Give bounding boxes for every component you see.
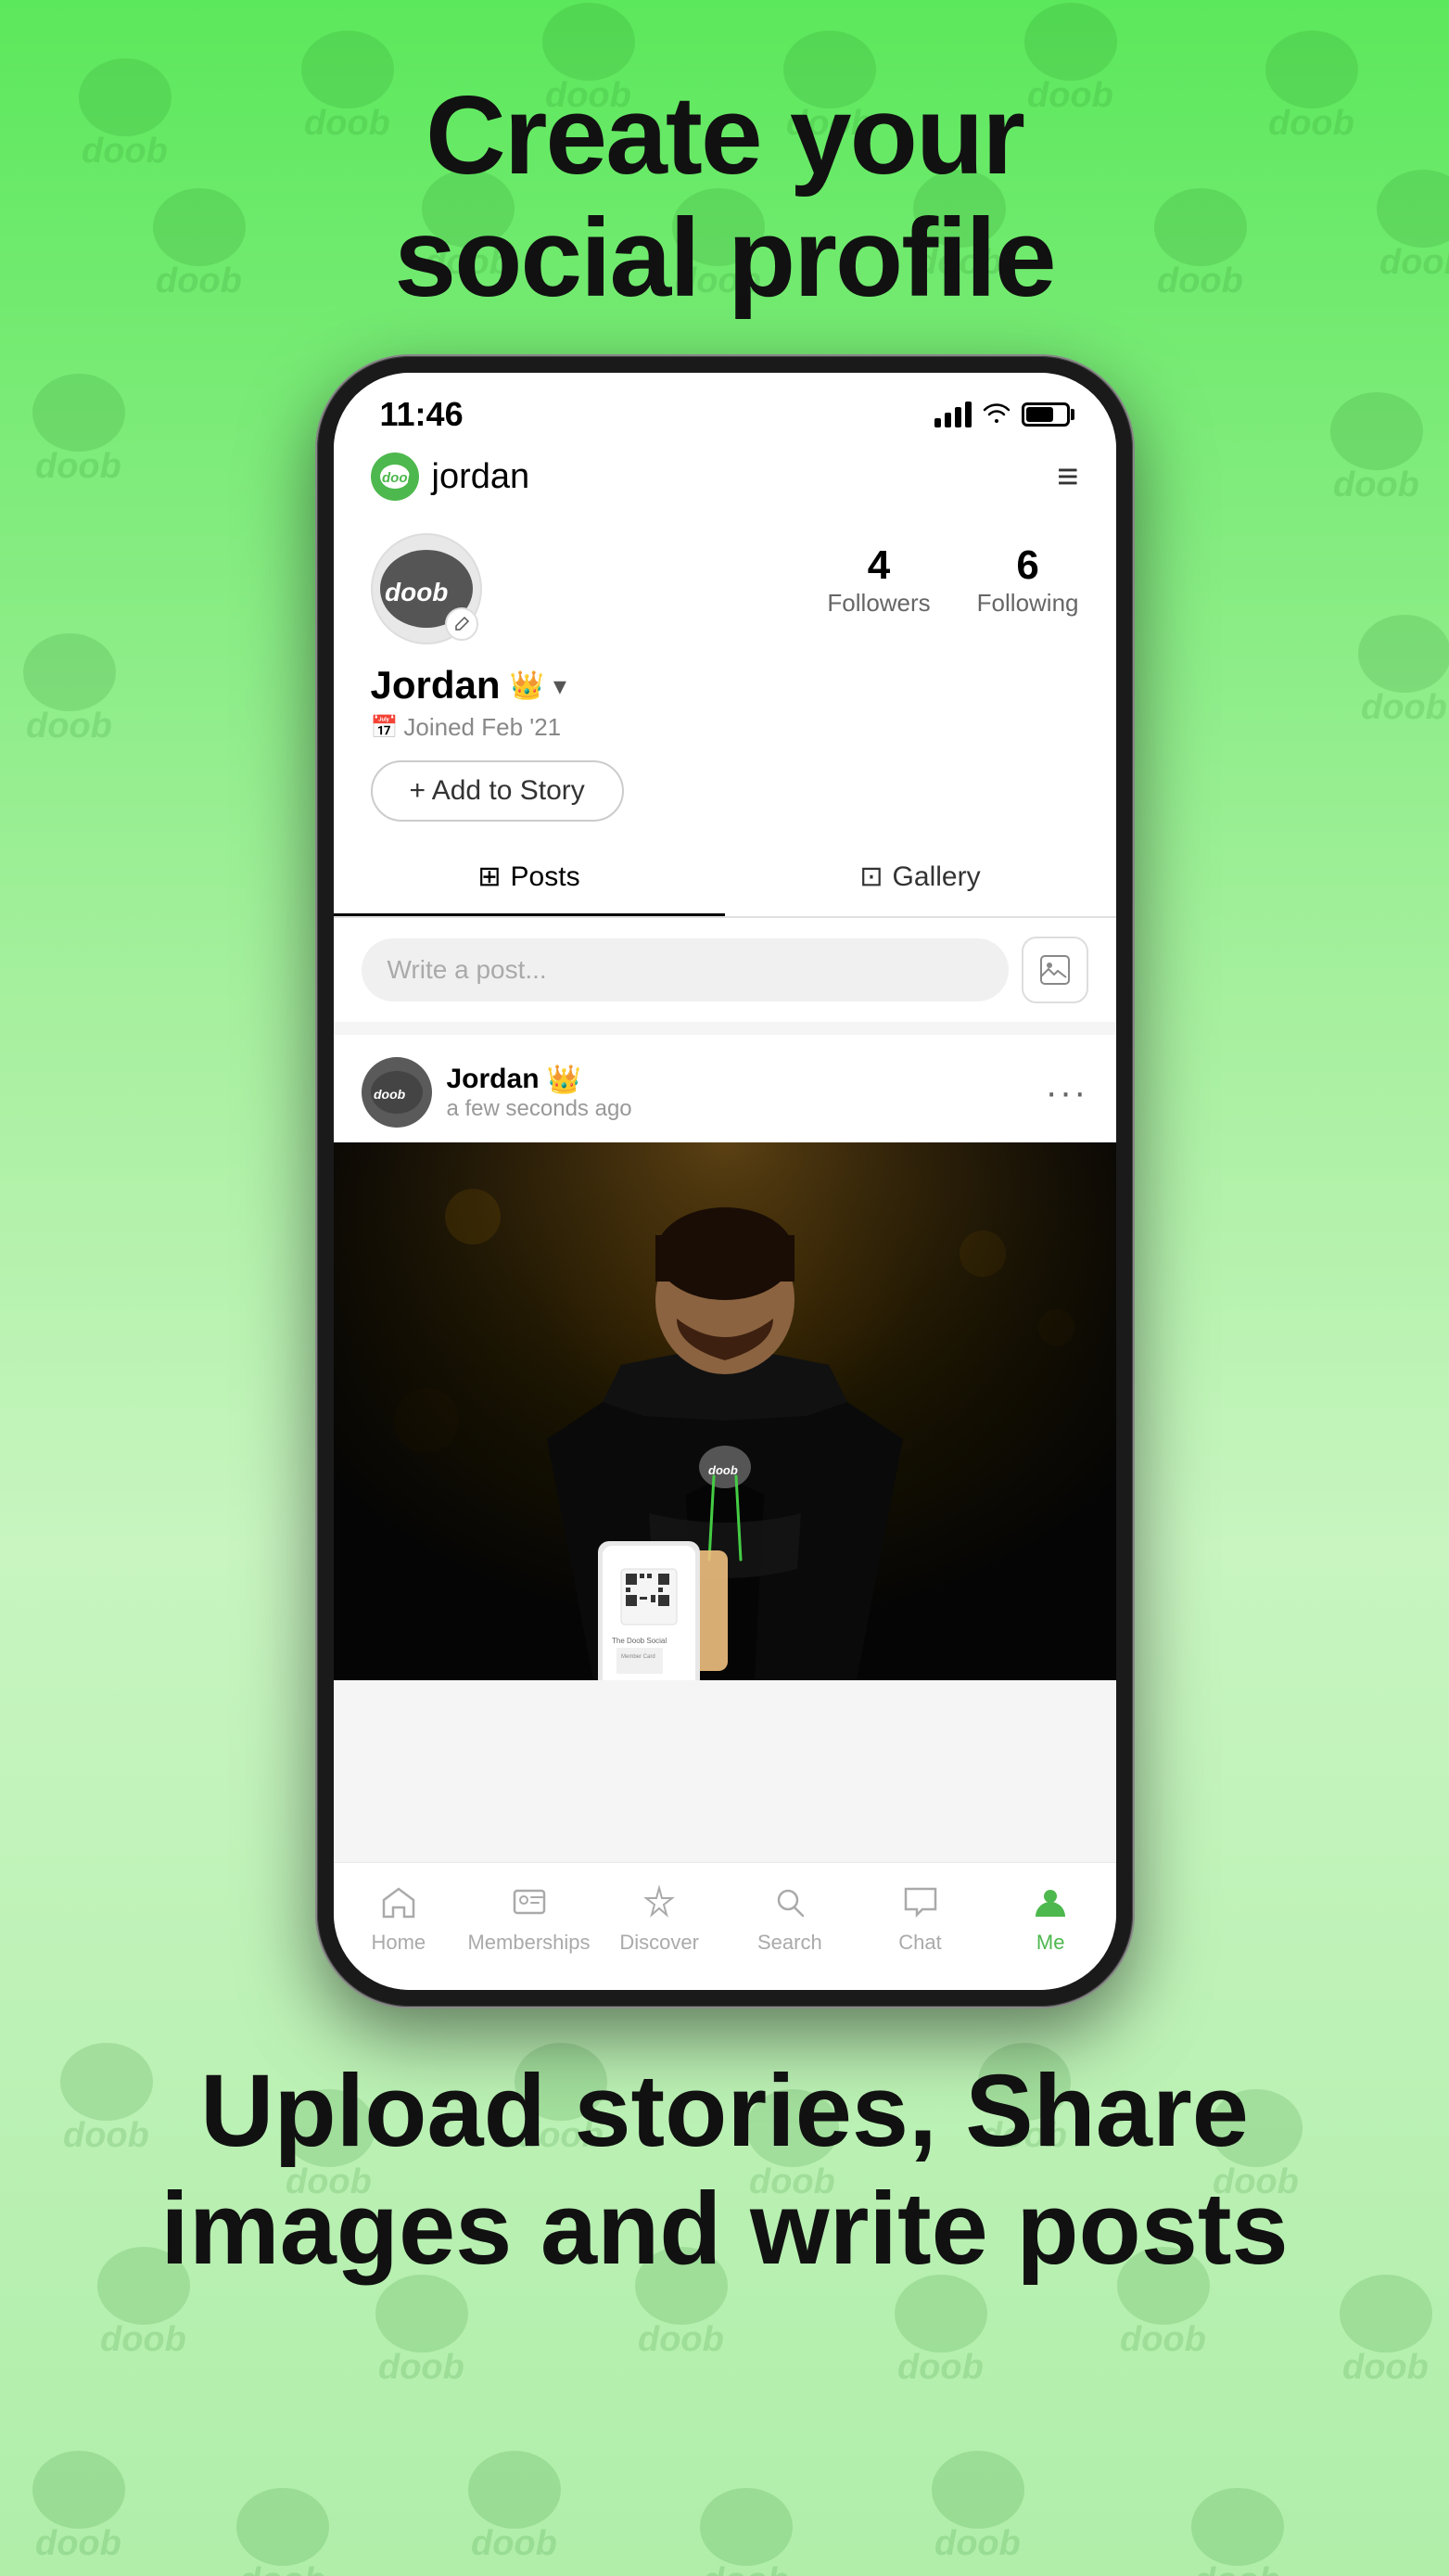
- post-image: doob: [334, 1142, 1116, 1680]
- calendar-icon: 📅: [371, 714, 399, 741]
- stats-container: 4 Followers 6 Following: [827, 542, 1078, 618]
- battery-icon: [1022, 402, 1070, 427]
- posts-tab-label: Posts: [511, 861, 580, 893]
- discover-icon: [641, 1885, 678, 1925]
- nav-memberships-label: Memberships: [467, 1931, 590, 1955]
- signal-icon: [934, 402, 972, 427]
- status-time: 11:46: [380, 395, 464, 434]
- post-time: a few seconds ago: [447, 1096, 632, 1122]
- tabs-row: ⊞ Posts ⊡ Gallery: [334, 840, 1116, 918]
- gallery-tab-label: Gallery: [893, 861, 981, 893]
- write-post-bar: Write a post...: [334, 918, 1116, 1022]
- profile-dropdown-icon[interactable]: ▾: [553, 670, 566, 701]
- followers-label: Followers: [827, 589, 930, 617]
- followers-count: 4: [827, 542, 930, 589]
- svg-text:doob: doob: [374, 1087, 406, 1102]
- svg-text:doob: doob: [1194, 2561, 1280, 2576]
- nav-search-label: Search: [757, 1931, 822, 1955]
- profile-top: doob 4 Followers: [371, 533, 1079, 644]
- top-heading-section: Create your social profile: [0, 0, 1449, 356]
- gallery-tab-icon: ⊡: [859, 861, 883, 893]
- hamburger-menu[interactable]: ≡: [1057, 458, 1078, 495]
- crown-badge-icon: 👑: [510, 670, 544, 702]
- profile-section: doob 4 Followers: [334, 515, 1116, 840]
- svg-text:doob: doob: [708, 1463, 738, 1477]
- following-count: 6: [977, 542, 1079, 589]
- phone-screen: 11:46: [334, 373, 1116, 1990]
- post-card: doob Jordan 👑 a few seconds ago: [334, 1035, 1116, 1680]
- nav-memberships[interactable]: Memberships: [464, 1878, 594, 1962]
- nav-chat-label: Chat: [898, 1931, 941, 1955]
- nav-me-label: Me: [1036, 1931, 1065, 1955]
- nav-home-label: Home: [371, 1931, 426, 1955]
- status-bar: 11:46: [334, 373, 1116, 443]
- top-heading-text: Create your social profile: [0, 74, 1449, 319]
- avatar-container[interactable]: doob: [371, 533, 482, 644]
- followers-stat[interactable]: 4 Followers: [827, 542, 930, 618]
- post-name-time: Jordan 👑 a few seconds ago: [447, 1064, 632, 1122]
- svg-text:Member Card: Member Card: [621, 1654, 655, 1660]
- chat-icon: [902, 1885, 939, 1925]
- home-icon: [380, 1885, 417, 1925]
- media-upload-button[interactable]: [1022, 937, 1088, 1003]
- app-username: jordan: [432, 457, 530, 497]
- svg-text:doob: doob: [471, 2524, 557, 2563]
- nav-discover-label: Discover: [619, 1931, 699, 1955]
- nav-discover[interactable]: Discover: [594, 1878, 725, 1962]
- svg-text:doob: doob: [382, 470, 411, 486]
- post-author-name: Jordan 👑: [447, 1064, 632, 1096]
- app-header: doob jordan ≡: [334, 443, 1116, 515]
- search-icon: [771, 1885, 808, 1925]
- content-area: Write a post...: [334, 918, 1116, 1862]
- post-user-info: doob Jordan 👑 a few seconds ago: [362, 1057, 632, 1128]
- following-stat[interactable]: 6 Following: [977, 542, 1079, 618]
- svg-text:doob: doob: [239, 2561, 325, 2576]
- phone-wrapper: 11:46: [0, 356, 1449, 2007]
- joined-text: 📅 Joined Feb '21: [371, 713, 1079, 742]
- edit-avatar-button[interactable]: [445, 607, 478, 641]
- profile-name: Jordan: [371, 663, 501, 708]
- svg-text:doob: doob: [385, 578, 448, 606]
- nav-chat[interactable]: Chat: [855, 1878, 985, 1962]
- nav-me[interactable]: Me: [985, 1878, 1116, 1962]
- tab-gallery[interactable]: ⊡ Gallery: [725, 840, 1116, 916]
- add-to-story-button[interactable]: + Add to Story: [371, 760, 624, 822]
- memberships-icon: [511, 1885, 548, 1925]
- post-header: doob Jordan 👑 a few seconds ago: [334, 1035, 1116, 1142]
- svg-text:doob: doob: [934, 2524, 1021, 2563]
- svg-text:doob: doob: [35, 2524, 121, 2563]
- post-crown-icon: 👑: [547, 1064, 581, 1096]
- svg-text:doob: doob: [703, 2561, 789, 2576]
- posts-tab-icon: ⊞: [477, 861, 501, 893]
- status-icons: [934, 400, 1070, 429]
- svg-text:The Doob Social: The Doob Social: [612, 1637, 667, 1645]
- tab-posts[interactable]: ⊞ Posts: [334, 840, 725, 916]
- bottom-nav: Home Memberships: [334, 1862, 1116, 1990]
- wifi-icon: [983, 400, 1010, 429]
- profile-name-row: Jordan 👑 ▾: [371, 663, 1079, 708]
- app-logo-name: doob jordan: [371, 453, 530, 501]
- me-icon: [1032, 1885, 1069, 1925]
- nav-home[interactable]: Home: [334, 1878, 464, 1962]
- write-post-input[interactable]: Write a post...: [362, 938, 1009, 1001]
- bottom-heading-text: Upload stories, Share images and write p…: [74, 2053, 1375, 2288]
- app-logo: doob: [371, 453, 419, 501]
- post-avatar: doob: [362, 1057, 432, 1128]
- following-label: Following: [977, 589, 1079, 617]
- post-more-button[interactable]: ···: [1046, 1072, 1088, 1114]
- nav-search[interactable]: Search: [725, 1878, 856, 1962]
- phone-frame: 11:46: [317, 356, 1133, 2007]
- bottom-heading-section: Upload stories, Share images and write p…: [0, 2007, 1449, 2362]
